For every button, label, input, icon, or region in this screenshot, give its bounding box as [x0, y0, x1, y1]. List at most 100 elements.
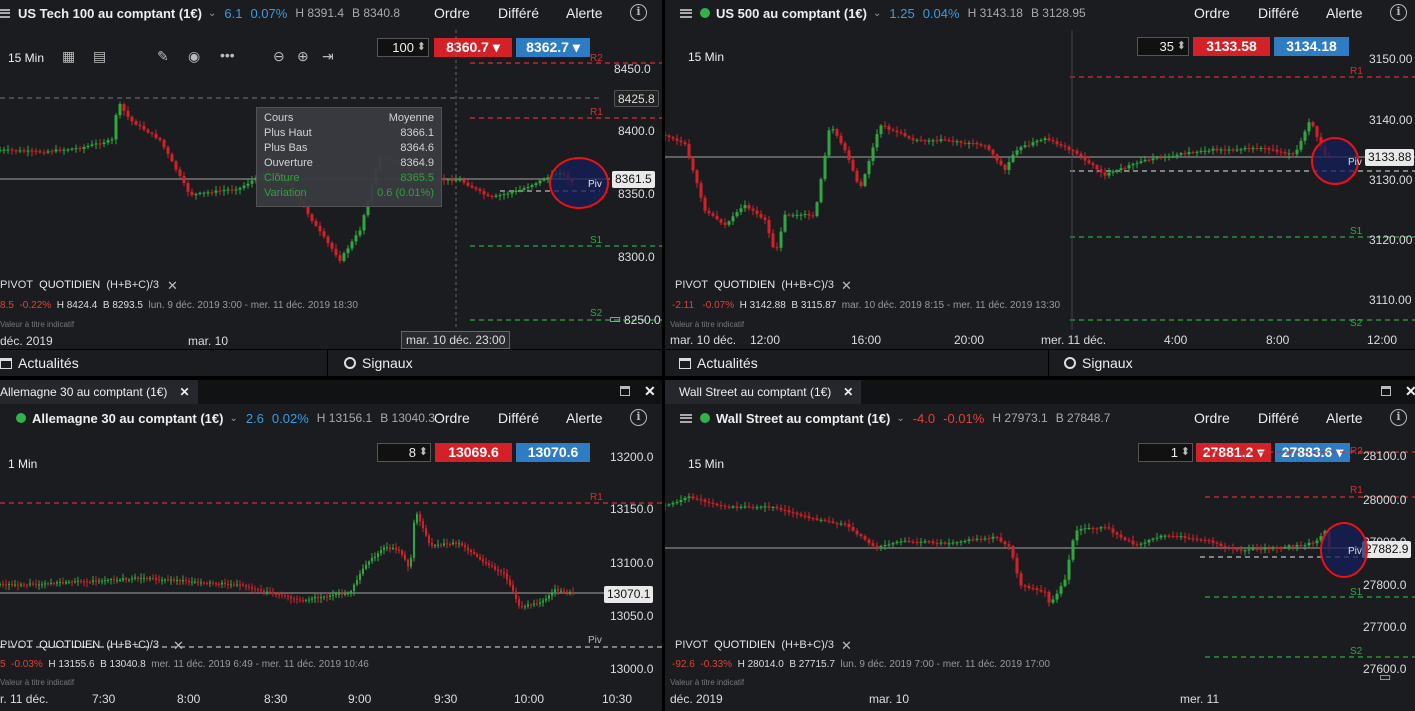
- candle: [122, 578, 124, 580]
- signals-tab[interactable]: Signaux: [344, 355, 413, 371]
- alert-button[interactable]: Alerte: [566, 5, 603, 21]
- candle: [1087, 527, 1091, 529]
- candle: [803, 214, 807, 216]
- order-button[interactable]: Ordre: [434, 5, 470, 21]
- instrument-name[interactable]: US 500 au comptant (1€): [716, 6, 867, 21]
- info-icon[interactable]: i: [1390, 4, 1407, 21]
- maximize-icon[interactable]: [620, 386, 630, 396]
- menu-icon[interactable]: [0, 8, 10, 18]
- deferred-order-button[interactable]: Différé: [1258, 5, 1299, 21]
- alert-button[interactable]: Alerte: [1326, 410, 1363, 426]
- candle: [473, 552, 475, 554]
- x-axis-label: mar. 10: [188, 334, 229, 348]
- candle: [911, 541, 915, 543]
- candle: [739, 208, 743, 213]
- candle: [534, 183, 538, 186]
- price-change: -4.0: [912, 410, 936, 426]
- candle: [1307, 122, 1311, 132]
- menu-icon[interactable]: [680, 413, 692, 423]
- signals-icon: [1064, 357, 1076, 369]
- candle: [506, 193, 510, 195]
- window-tab[interactable]: Allemagne 30 au comptant (1€) ✕: [0, 380, 198, 404]
- candle: [859, 181, 863, 186]
- last-price-tag: 13070.1: [604, 586, 654, 603]
- candle: [795, 214, 799, 216]
- remove-indicator-icon[interactable]: ✕: [841, 278, 852, 294]
- instrument-name[interactable]: US Tech 100 au comptant (1€): [18, 6, 202, 21]
- candle: [350, 241, 354, 249]
- candle: [1171, 536, 1175, 538]
- candle: [56, 582, 58, 584]
- menu-icon[interactable]: [680, 8, 692, 18]
- alert-button[interactable]: Alerte: [566, 410, 603, 426]
- candle: [332, 594, 334, 596]
- signals-tab[interactable]: Signaux: [1064, 355, 1133, 371]
- close-tab-icon[interactable]: ✕: [843, 385, 853, 399]
- remove-indicator-icon[interactable]: ✕: [173, 638, 184, 654]
- deferred-order-button[interactable]: Différé: [498, 410, 539, 426]
- order-button[interactable]: Ordre: [434, 410, 470, 426]
- instrument-name[interactable]: Allemagne 30 au comptant (1€): [32, 411, 223, 426]
- screenshot-icon[interactable]: ▭: [1379, 669, 1391, 685]
- candle: [536, 603, 538, 605]
- candle: [759, 213, 763, 218]
- maximize-icon[interactable]: [1381, 386, 1391, 396]
- candle: [895, 541, 899, 544]
- candle: [987, 538, 991, 540]
- candle: [1027, 145, 1031, 147]
- candle: [434, 545, 436, 547]
- window-tab[interactable]: Wall Street au comptant (1€) ✕: [665, 380, 862, 404]
- screenshot-icon[interactable]: ▭: [609, 311, 621, 327]
- candle: [554, 589, 556, 593]
- candle: [482, 191, 486, 195]
- candle: [260, 589, 262, 591]
- info-icon[interactable]: i: [630, 409, 647, 426]
- y-axis-label: 13200.0: [610, 450, 654, 464]
- candle: [38, 151, 42, 153]
- candle: [41, 584, 43, 586]
- candle: [83, 581, 85, 583]
- candle: [152, 578, 154, 580]
- close-window-icon[interactable]: ✕: [644, 383, 656, 400]
- info-icon[interactable]: i: [1390, 409, 1407, 426]
- info-icon[interactable]: i: [630, 4, 647, 21]
- candle: [236, 584, 238, 586]
- chevron-down-icon[interactable]: ⌄: [896, 413, 904, 424]
- deferred-order-button[interactable]: Différé: [1258, 410, 1299, 426]
- close-tab-icon[interactable]: ✕: [179, 385, 189, 399]
- candle: [731, 216, 735, 222]
- divider: [1048, 350, 1049, 376]
- price-chart[interactable]: [665, 435, 1415, 693]
- candle: [449, 544, 451, 546]
- news-tab[interactable]: Actualités: [679, 355, 758, 371]
- candle: [22, 150, 26, 152]
- candle: [1279, 547, 1283, 549]
- candle: [161, 579, 163, 581]
- news-tab[interactable]: Actualités: [0, 355, 79, 371]
- candle: [759, 506, 763, 508]
- order-button[interactable]: Ordre: [1194, 5, 1230, 21]
- close-window-icon[interactable]: ✕: [1405, 383, 1415, 400]
- candle: [380, 549, 382, 554]
- candle: [179, 579, 181, 582]
- candle: [1179, 536, 1183, 538]
- order-button[interactable]: Ordre: [1194, 410, 1230, 426]
- candle: [221, 582, 223, 585]
- chevron-down-icon[interactable]: ⌄: [873, 8, 881, 19]
- chevron-down-icon[interactable]: ⌄: [208, 8, 216, 19]
- x-axis-label: 20:00: [954, 333, 985, 347]
- candle: [110, 579, 112, 581]
- candle: [875, 545, 879, 547]
- chevron-down-icon[interactable]: ⌄: [229, 413, 237, 424]
- candle: [1023, 145, 1027, 148]
- candle: [197, 581, 199, 583]
- candle: [1035, 140, 1039, 143]
- deferred-order-button[interactable]: Différé: [498, 5, 539, 21]
- candle: [1007, 544, 1011, 547]
- remove-indicator-icon[interactable]: ✕: [841, 638, 852, 654]
- candle: [883, 125, 887, 127]
- remove-indicator-icon[interactable]: ✕: [167, 278, 178, 294]
- candle: [560, 590, 562, 592]
- instrument-name[interactable]: Wall Street au comptant (1€): [716, 411, 890, 426]
- alert-button[interactable]: Alerte: [1326, 5, 1363, 21]
